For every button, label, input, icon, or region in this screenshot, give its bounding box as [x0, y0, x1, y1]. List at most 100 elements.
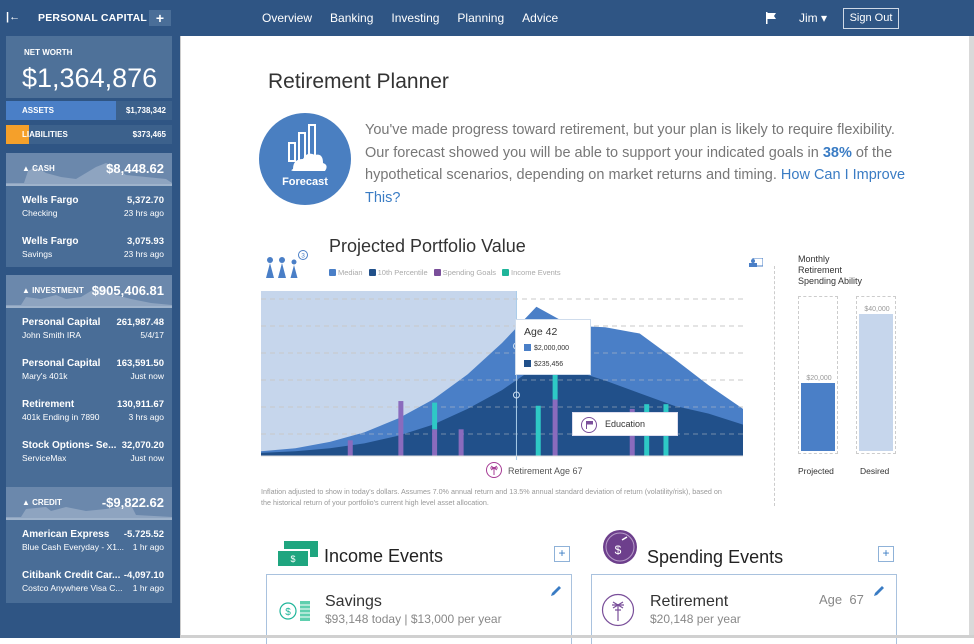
account-value: 3,075.93	[127, 236, 164, 247]
account-name: Personal Capital	[22, 317, 101, 328]
account-item[interactable]: Wells Fargo Savings 3,075.93 23 hrs ago	[22, 236, 164, 266]
account-name: Retirement	[22, 399, 75, 410]
nav-investing[interactable]: Investing	[391, 11, 439, 25]
account-item[interactable]: Wells Fargo Checking 5,372.70 23 hrs ago	[22, 195, 164, 225]
account-time: Just now	[130, 371, 164, 381]
desired-column: $40,000	[856, 296, 896, 454]
income-event-bar	[432, 402, 438, 430]
tooltip-title: Age 42	[524, 326, 558, 338]
credit-section: ▲ CREDIT -$9,822.62 American Express Blu…	[6, 487, 172, 603]
spending-ability-title-line: Retirement	[798, 265, 843, 275]
account-name: American Express	[22, 529, 110, 540]
education-tooltip[interactable]: Education	[572, 412, 678, 436]
chart-settings-icon[interactable]	[749, 258, 763, 268]
svg-text:$: $	[285, 607, 291, 618]
legend-label: Income Events	[511, 268, 561, 277]
chart-legend: Median 10th Percentile Spending Goals In…	[329, 268, 561, 277]
cash-title: ▲ CASH	[22, 164, 55, 173]
summary-text: You've made progress toward retirement, …	[365, 122, 895, 161]
account-time: 5/4/17	[140, 330, 164, 340]
liabilities-value: $373,465	[132, 130, 166, 139]
income-event-detail: $93,148 today | $13,000 per year	[325, 612, 502, 626]
add-account-button[interactable]: +	[149, 10, 171, 26]
chart-divider	[774, 266, 775, 506]
assets-row[interactable]: ASSETS $1,738,342	[6, 101, 172, 120]
legend-swatch	[329, 269, 336, 276]
brand-name: PERSONAL CAPITAL	[38, 12, 147, 24]
legend-10th-percentile[interactable]: 10th Percentile	[368, 268, 428, 277]
account-time: 1 hr ago	[132, 542, 164, 552]
edit-pencil-icon[interactable]	[550, 585, 562, 597]
income-events-title: Income Events	[324, 546, 444, 566]
add-spending-event-button[interactable]: +	[878, 546, 894, 562]
spending-event-detail: $20,148 per year	[650, 612, 741, 626]
nav-advice[interactable]: Advice	[522, 11, 558, 25]
flag-icon[interactable]	[766, 12, 778, 24]
assets-value: $1,738,342	[125, 106, 166, 115]
account-name: Wells Fargo	[22, 236, 79, 247]
account-item[interactable]: Retirement 401k Ending in 7890 130,911.6…	[22, 399, 164, 429]
legend-spending-goals[interactable]: Spending Goals	[433, 268, 496, 277]
credit-header[interactable]: ▲ CREDIT -$9,822.62	[6, 487, 172, 520]
nav-banking[interactable]: Banking	[330, 11, 373, 25]
forecast-summary: You've made progress toward retirement, …	[365, 119, 905, 209]
spending-event-card[interactable]: Retirement $20,148 per year Age 67	[591, 574, 897, 644]
savings-icon: $	[279, 601, 310, 621]
account-sub: Costco Anywhere Visa C...	[22, 583, 123, 593]
net-worth-label: NET WORTH	[24, 48, 73, 57]
sign-out-button[interactable]: Sign Out	[843, 8, 899, 29]
spending-ability-title-line: Monthly	[798, 254, 830, 264]
svg-text:$: $	[615, 543, 622, 557]
forecast-icon	[288, 124, 327, 171]
account-item[interactable]: American Express Blue Cash Everyday - X1…	[22, 529, 164, 559]
investment-title: ▲ INVESTMENT	[22, 286, 84, 295]
projected-bar	[801, 382, 835, 451]
collapse-sidebar-icon[interactable]: |←	[6, 11, 20, 23]
age-tooltip: Age 42 $2,000,000 $235,456	[515, 319, 591, 375]
account-time: 23 hrs ago	[123, 249, 164, 259]
window-edge	[969, 36, 974, 638]
tooltip-median-value: $2,000,000	[534, 345, 570, 352]
people-icon[interactable]: 3	[265, 250, 317, 282]
account-item[interactable]: Stock Options- Se... ServiceMax 32,070.2…	[22, 440, 164, 470]
account-sub: 401k Ending in 7890	[22, 412, 100, 422]
spending-event-name: Retirement	[650, 593, 729, 610]
account-item[interactable]: Citibank Credit Car... Costco Anywhere V…	[22, 570, 164, 600]
nav-overview[interactable]: Overview	[262, 11, 312, 25]
legend-median[interactable]: Median	[329, 268, 363, 277]
legend-income-events[interactable]: Income Events	[502, 268, 561, 277]
net-worth-card[interactable]: NET WORTH $1,364,876	[6, 36, 172, 98]
brand-area: |← PERSONAL CAPITAL +	[0, 0, 180, 36]
cash-title-text: CASH	[32, 164, 55, 173]
legend-swatch	[502, 269, 510, 276]
liabilities-row[interactable]: LIABILITIES $373,465	[6, 125, 172, 144]
investment-total: $905,406.81	[91, 283, 164, 298]
investment-header[interactable]: ▲ INVESTMENT $905,406.81	[6, 275, 172, 308]
spending-ability-title-line: Spending Ability	[798, 276, 863, 286]
cash-header[interactable]: ▲ CASH $8,448.62	[6, 153, 172, 186]
account-sub: Savings	[22, 249, 53, 259]
spending-goal-bar	[347, 440, 353, 456]
cash-section: ▲ CASH $8,448.62 Wells Fargo Checking 5,…	[6, 153, 172, 267]
account-item[interactable]: Personal Capital John Smith IRA 261,987.…	[22, 317, 164, 347]
edit-pencil-icon[interactable]	[873, 585, 885, 597]
account-name: Citibank Credit Car...	[22, 570, 121, 581]
legend-swatch	[433, 269, 441, 276]
user-menu[interactable]: Jim ▾	[799, 11, 827, 25]
account-item[interactable]: Personal Capital Mary's 401k 163,591.50 …	[22, 358, 164, 388]
income-events-icon: $	[276, 541, 318, 567]
account-value: 5,372.70	[127, 195, 164, 206]
palm-tree-icon	[601, 593, 635, 627]
account-value: 163,591.50	[116, 358, 164, 369]
spending-goal-bar	[432, 429, 438, 456]
spending-ability-title: Monthly Retirement Spending Ability	[798, 254, 862, 287]
retirement-marker: Retirement Age 67	[486, 462, 583, 478]
desired-bar	[859, 314, 893, 451]
income-event-card[interactable]: $ Savings $93,148 today | $13,000 per ye…	[266, 574, 572, 644]
account-time: Just now	[130, 453, 164, 463]
tooltip-swatch	[524, 344, 531, 351]
legend-label: Median	[338, 268, 363, 277]
legend-swatch	[368, 269, 376, 276]
nav-planning[interactable]: Planning	[457, 11, 504, 25]
add-income-event-button[interactable]: +	[554, 546, 570, 562]
